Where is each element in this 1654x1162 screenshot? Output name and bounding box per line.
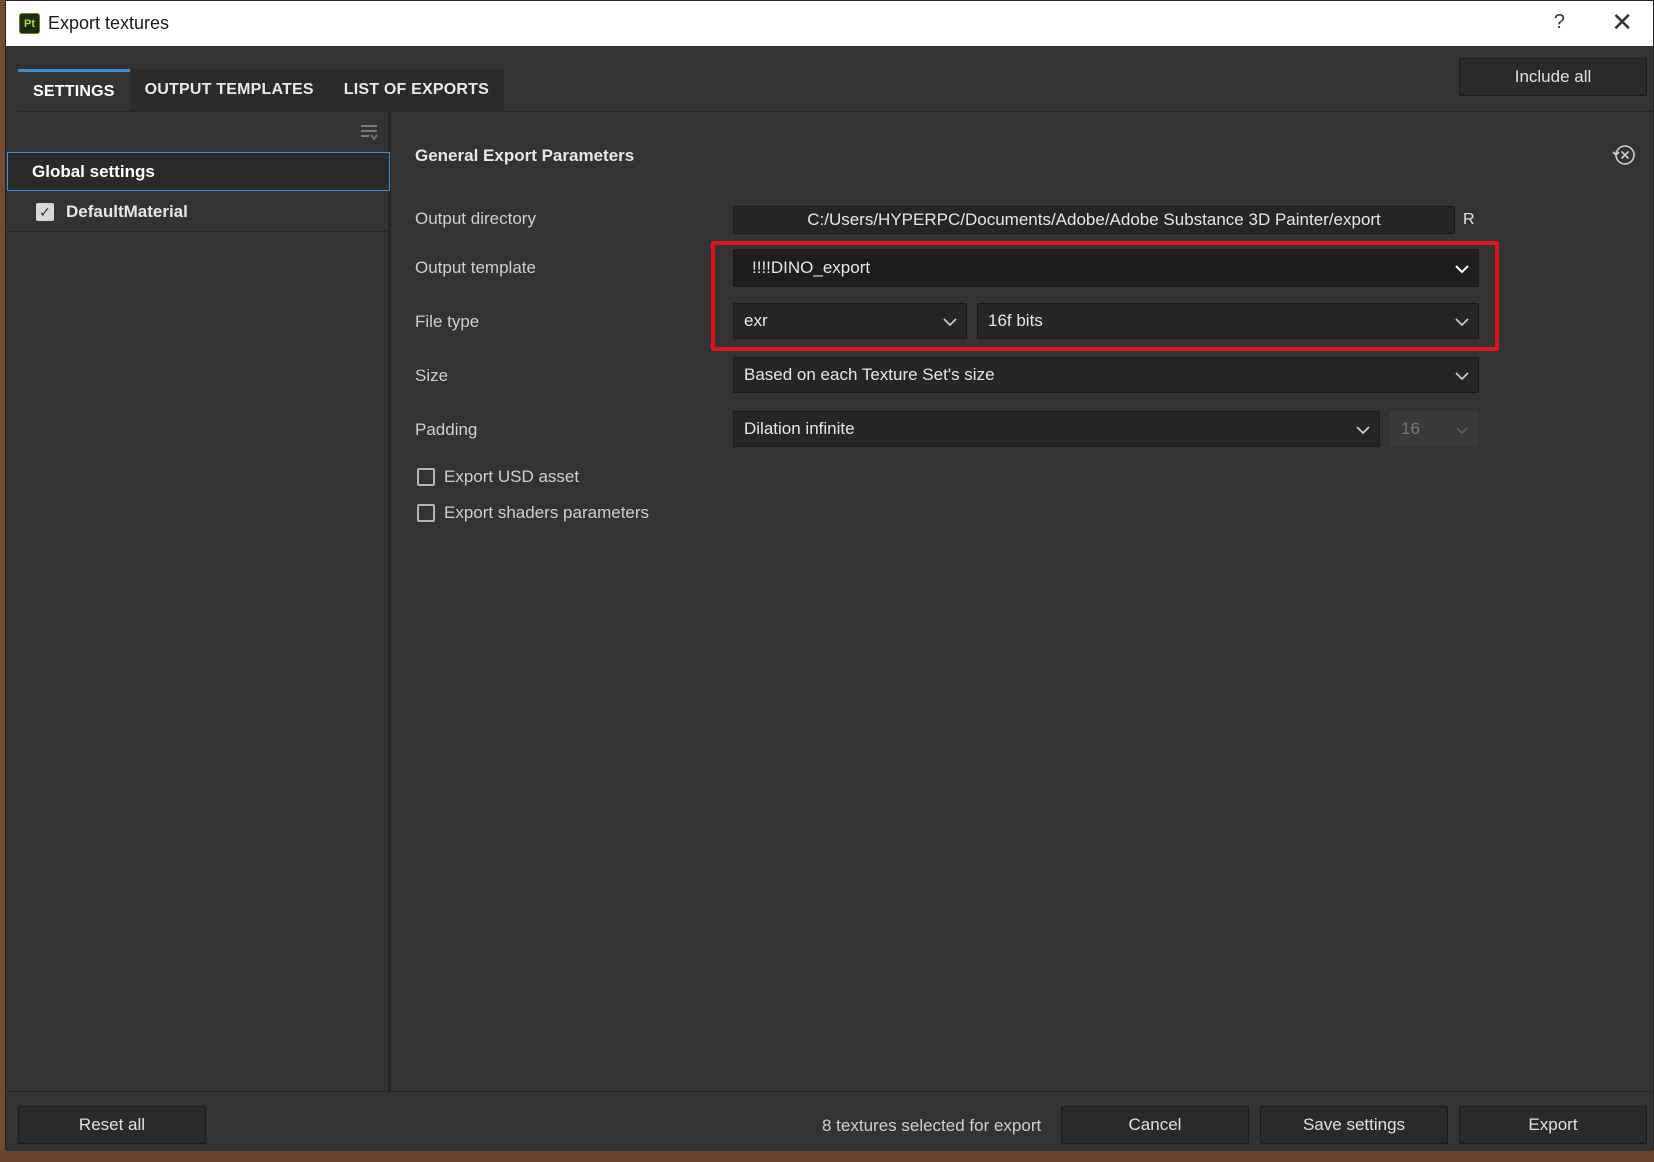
export-button[interactable]: Export [1459, 1106, 1647, 1144]
tab-list-of-exports[interactable]: LIST OF EXPORTS [328, 69, 504, 111]
export-usd-label: Export USD asset [444, 467, 580, 486]
checkbox-box[interactable] [417, 468, 435, 486]
include-all-button[interactable]: Include all [1459, 58, 1647, 96]
chevron-down-icon [1456, 427, 1468, 434]
background-bottom [0, 1150, 1654, 1162]
painter-app-icon: Pt [19, 13, 40, 34]
bit-depth-value: 16f bits [988, 311, 1043, 330]
export-usd-checkbox[interactable]: Export USD asset [417, 467, 579, 487]
output-directory-label: Output directory [415, 209, 536, 228]
cancel-button[interactable]: Cancel [1061, 1106, 1249, 1144]
size-label: Size [415, 366, 449, 385]
tab-settings[interactable]: SETTINGS [18, 69, 130, 111]
padding-amount-value: 16 [1401, 419, 1420, 438]
reset-all-button[interactable]: Reset all [18, 1106, 206, 1144]
chevron-down-icon [1455, 265, 1469, 274]
output-template-label: Output template [415, 258, 536, 277]
padding-amount-dropdown: 16 [1390, 411, 1479, 447]
sidebar-item-global-settings[interactable]: Global settings [7, 152, 390, 191]
chevron-down-icon [1455, 372, 1469, 381]
help-button[interactable]: ? [1554, 11, 1565, 34]
bit-depth-dropdown[interactable]: 16f bits [977, 303, 1479, 339]
chevron-down-icon [1455, 318, 1469, 327]
tab-output-templates[interactable]: OUTPUT TEMPLATES [129, 69, 329, 111]
export-shaders-label: Export shaders parameters [444, 503, 650, 522]
sidebar-item-label: DefaultMaterial [66, 202, 188, 221]
export-textures-dialog: Pt Export textures ? ✕ SETTINGS OUTPUT T… [5, 0, 1654, 1151]
close-button[interactable]: ✕ [1611, 9, 1633, 35]
output-directory-field[interactable]: C:/Users/HYPERPC/Documents/Adobe/Adobe S… [733, 206, 1455, 234]
export-shaders-checkbox[interactable]: Export shaders parameters [417, 503, 649, 523]
sidebar-item-defaultmaterial[interactable]: ✓ DefaultMaterial [6, 193, 391, 232]
tab-bar: SETTINGS OUTPUT TEMPLATES LIST OF EXPORT… [18, 69, 504, 111]
reset-icon[interactable] [1611, 142, 1637, 168]
padding-value: Dilation infinite [744, 419, 855, 438]
output-directory-reset-button[interactable]: R [1463, 211, 1475, 229]
chevron-down-icon [1356, 426, 1370, 435]
padding-label: Padding [415, 420, 478, 439]
size-value: Based on each Texture Set's size [744, 365, 995, 384]
texture-set-sidebar: Global settings ✓ DefaultMaterial [6, 112, 391, 1091]
size-dropdown[interactable]: Based on each Texture Set's size [733, 357, 1479, 393]
chevron-down-icon [943, 318, 957, 327]
window-title: Export textures [48, 13, 170, 33]
checkbox-box[interactable] [417, 504, 435, 522]
filter-icon[interactable] [359, 122, 379, 142]
output-template-dropdown[interactable]: !!!!DINO_export [733, 249, 1479, 287]
file-format-value: exr [744, 311, 768, 330]
save-settings-button[interactable]: Save settings [1260, 1106, 1448, 1144]
file-type-label: File type [415, 312, 480, 331]
defaultmaterial-checkbox[interactable]: ✓ [36, 203, 54, 221]
title-bar: Pt Export textures ? ✕ [6, 1, 1653, 46]
section-title: General Export Parameters [415, 146, 635, 165]
file-format-dropdown[interactable]: exr [733, 303, 967, 339]
output-template-value: !!!!DINO_export [752, 258, 871, 277]
padding-dropdown[interactable]: Dilation infinite [733, 411, 1380, 447]
export-status-text: 8 textures selected for export [822, 1116, 1042, 1135]
